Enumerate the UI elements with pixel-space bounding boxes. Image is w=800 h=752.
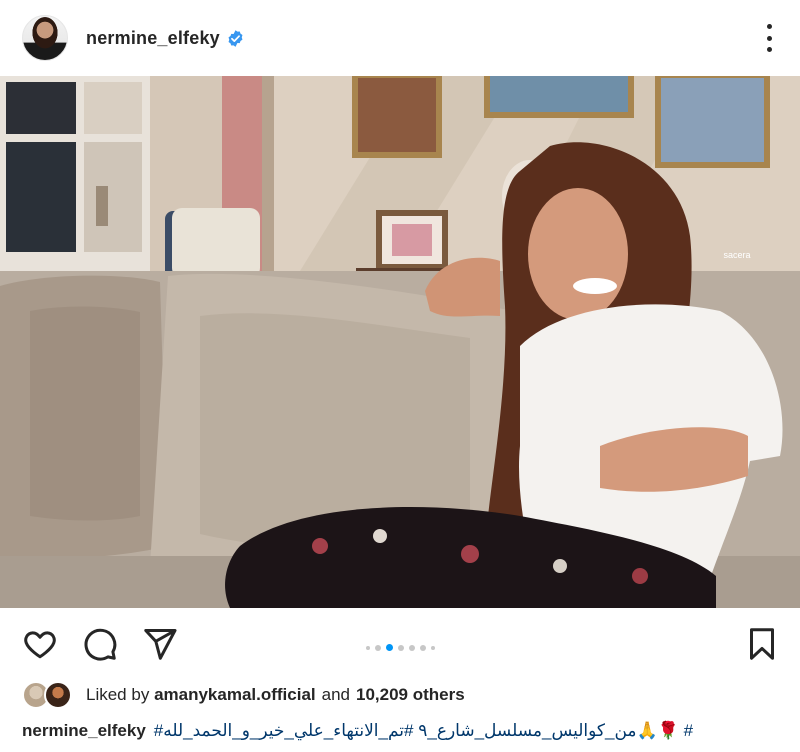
more-options-icon[interactable]: [764, 24, 774, 52]
caption-username[interactable]: nermine_elfeky: [22, 721, 146, 741]
likes-and-label: and: [321, 685, 351, 704]
carousel-dot: [408, 644, 415, 651]
likes-others-count[interactable]: 10,209 others: [356, 685, 465, 705]
carousel-dot: [419, 644, 426, 651]
post-actions: [0, 608, 800, 678]
image-watermark: sacera: [723, 250, 750, 260]
carousel-dot: [365, 645, 370, 650]
carousel-dot: [397, 644, 404, 651]
post-photo: sacera: [0, 76, 800, 608]
likes-summary[interactable]: Liked by amanykamal.official and 10,209 …: [22, 680, 465, 710]
liked-by-label: Liked by: [86, 685, 150, 704]
verified-badge-icon: [228, 29, 243, 47]
bookmark-icon[interactable]: [744, 626, 780, 662]
carousel-indicator: [0, 644, 800, 651]
avatar: [44, 681, 72, 709]
avatar[interactable]: [22, 15, 68, 61]
liked-by-user[interactable]: amanykamal.official: [154, 685, 316, 705]
caption-text[interactable]: # 🌹🙏من_كواليس_مسلسل_شارع_٩ #تم_الانتهاء_…: [154, 721, 693, 741]
post-header: nermine_elfeky: [0, 0, 800, 76]
carousel-dot-active: [385, 644, 393, 651]
carousel-dot: [430, 645, 435, 650]
post-caption: nermine_elfeky # 🌹🙏من_كواليس_مسلسل_شارع_…: [22, 716, 782, 746]
post-image[interactable]: sacera: [0, 76, 800, 608]
carousel-dot: [374, 644, 381, 651]
post-username[interactable]: nermine_elfeky: [86, 28, 220, 49]
liker-avatars: [22, 681, 74, 709]
